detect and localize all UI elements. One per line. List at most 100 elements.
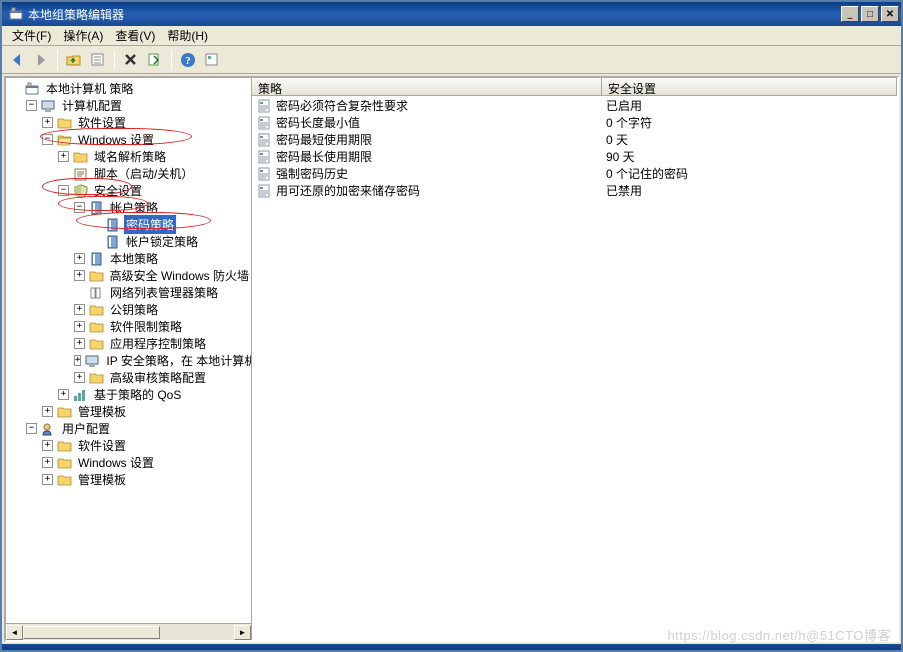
collapse-icon[interactable]: − [74, 202, 85, 213]
tree-software-settings[interactable]: + 软件设置 [6, 114, 251, 131]
tree-hscroll[interactable]: ◄ ► [6, 623, 251, 640]
folder-icon [57, 456, 73, 470]
tree-admin-templates[interactable]: + 管理模板 [6, 403, 251, 420]
expand-icon[interactable]: + [74, 304, 85, 315]
minimize-button[interactable]: _ [841, 6, 859, 22]
tree-adv-firewall[interactable]: + 高级安全 Windows 防火墙 [6, 267, 251, 284]
expand-icon[interactable]: + [42, 457, 53, 468]
expand-icon[interactable]: + [74, 321, 85, 332]
expand-icon[interactable]: + [42, 474, 53, 485]
scroll-track[interactable] [23, 625, 234, 640]
expand-icon[interactable]: + [74, 355, 81, 366]
menu-action[interactable]: 操作(A) [57, 25, 109, 46]
expand-icon[interactable]: + [74, 372, 85, 383]
back-button[interactable] [6, 49, 28, 71]
book-icon [89, 201, 105, 215]
toolbar-separator [171, 50, 172, 70]
delete-button[interactable] [120, 49, 142, 71]
collapse-icon[interactable]: − [26, 100, 37, 111]
menu-help[interactable]: 帮助(H) [161, 25, 214, 46]
list-body[interactable]: 密码必须符合复杂性要求已启用密码长度最小值0 个字符密码最短使用期限0 天密码最… [252, 96, 897, 640]
expand-icon[interactable]: + [58, 151, 69, 162]
list-row[interactable]: 密码最短使用期限0 天 [252, 131, 897, 148]
tree-lockout-policy[interactable]: 帐户锁定策略 [6, 233, 251, 250]
expand-icon[interactable]: + [74, 270, 85, 281]
policy-name: 密码长度最小值 [276, 114, 606, 131]
book-icon [105, 235, 121, 249]
tree-root[interactable]: 本地计算机 策略 [6, 80, 251, 97]
list-pane: 策略 安全设置 密码必须符合复杂性要求已启用密码长度最小值0 个字符密码最短使用… [252, 78, 897, 640]
policy-name: 密码必须符合复杂性要求 [276, 97, 606, 114]
policy-name: 强制密码历史 [276, 165, 606, 182]
app-icon [8, 6, 24, 22]
scroll-thumb[interactable] [23, 626, 160, 639]
list-row[interactable]: 密码长度最小值0 个字符 [252, 114, 897, 131]
close-button[interactable]: ✕ [881, 6, 899, 22]
col-setting[interactable]: 安全设置 [602, 78, 897, 95]
up-button[interactable] [63, 49, 85, 71]
tree-qos[interactable]: + 基于策略的 QoS [6, 386, 251, 403]
tree-local-policy[interactable]: + 本地策略 [6, 250, 251, 267]
expand-icon[interactable]: + [42, 406, 53, 417]
tree-security-settings[interactable]: − 安全设置 [6, 182, 251, 199]
tree-ipsec[interactable]: + IP 安全策略，在 本地计算机 [6, 352, 251, 369]
list-row[interactable]: 用可还原的加密来储存密码已禁用 [252, 182, 897, 199]
expand-icon[interactable]: + [74, 338, 85, 349]
tree-user-admin-templates[interactable]: + 管理模板 [6, 471, 251, 488]
tree-nlm[interactable]: 网络列表管理器策略 [6, 284, 251, 301]
menu-view[interactable]: 查看(V) [109, 25, 161, 46]
policy-icon [256, 150, 272, 164]
tree-account-policy[interactable]: − 帐户策略 [6, 199, 251, 216]
list-row[interactable]: 强制密码历史0 个记住的密码 [252, 165, 897, 182]
col-policy[interactable]: 策略 [252, 78, 602, 95]
window-title: 本地组策略编辑器 [28, 6, 841, 23]
maximize-button[interactable]: □ [861, 6, 879, 22]
tree-windows-settings[interactable]: − Windows 设置 [6, 131, 251, 148]
folder-icon [57, 473, 73, 487]
list-row[interactable]: 密码必须符合复杂性要求已启用 [252, 97, 897, 114]
toolbar [2, 46, 901, 74]
collapse-icon[interactable]: − [42, 134, 53, 145]
refresh-button[interactable] [201, 49, 223, 71]
scroll-left-button[interactable]: ◄ [6, 625, 23, 640]
bars-icon [73, 388, 89, 402]
tree-dns-policy[interactable]: + 域名解析策略 [6, 148, 251, 165]
list-header: 策略 安全设置 [252, 78, 897, 96]
list-row[interactable]: 密码最长使用期限90 天 [252, 148, 897, 165]
forward-button[interactable] [30, 49, 52, 71]
tree-password-policy[interactable]: 密码策略 [6, 216, 251, 233]
folder-icon [57, 116, 73, 130]
expand-icon[interactable]: + [58, 389, 69, 400]
tree-user-config[interactable]: − 用户配置 [6, 420, 251, 437]
folder-icon [57, 405, 73, 419]
expand-icon[interactable]: + [42, 117, 53, 128]
menu-file[interactable]: 文件(F) [6, 25, 57, 46]
export-button[interactable] [144, 49, 166, 71]
tree-user-software[interactable]: + 软件设置 [6, 437, 251, 454]
help-button[interactable] [177, 49, 199, 71]
tree-scripts[interactable]: 脚本（启动/关机） [6, 165, 251, 182]
policy-icon [256, 184, 272, 198]
scroll-right-button[interactable]: ► [234, 625, 251, 640]
collapse-icon[interactable]: − [58, 185, 69, 196]
tree-user-windows[interactable]: + Windows 设置 [6, 454, 251, 471]
tree-pki[interactable]: + 公钥策略 [6, 301, 251, 318]
expand-icon[interactable]: + [74, 253, 85, 264]
menubar: 文件(F) 操作(A) 查看(V) 帮助(H) [2, 26, 901, 46]
show-hide-tree-button[interactable] [87, 49, 109, 71]
tree-body[interactable]: 本地计算机 策略 − 计算机配置 + 软件设置 − Windows 设置 [6, 78, 251, 623]
policy-name: 密码最短使用期限 [276, 131, 606, 148]
shield-icon [73, 184, 89, 198]
expand-icon[interactable]: + [42, 440, 53, 451]
tree-srp[interactable]: + 软件限制策略 [6, 318, 251, 335]
collapse-icon[interactable]: − [26, 423, 37, 434]
app-window: 本地组策略编辑器 _ □ ✕ 文件(F) 操作(A) 查看(V) 帮助(H) [0, 0, 903, 652]
policy-value: 90 天 [606, 148, 893, 165]
tree-computer-config[interactable]: − 计算机配置 [6, 97, 251, 114]
tree-audit[interactable]: + 高级审核策略配置 [6, 369, 251, 386]
policy-icon [256, 116, 272, 130]
client-area: 本地计算机 策略 − 计算机配置 + 软件设置 − Windows 设置 [4, 76, 899, 642]
policy-icon [256, 99, 272, 113]
tree-appctrl[interactable]: + 应用程序控制策略 [6, 335, 251, 352]
policy-name: 密码最长使用期限 [276, 148, 606, 165]
